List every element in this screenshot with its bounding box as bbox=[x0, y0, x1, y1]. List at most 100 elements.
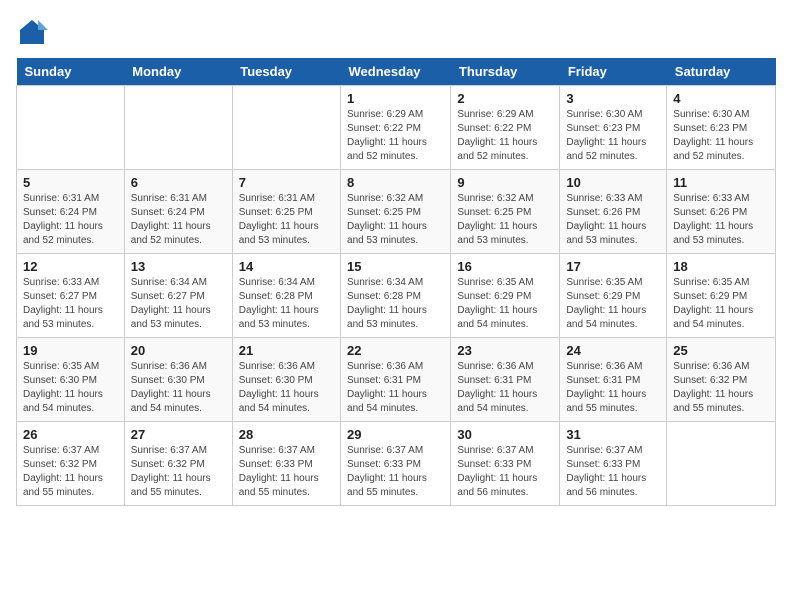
calendar-cell: 3Sunrise: 6:30 AM Sunset: 6:23 PM Daylig… bbox=[560, 86, 667, 170]
day-number: 23 bbox=[457, 343, 553, 358]
calendar-cell: 6 Sunrise: 6:31 AM Sunset: 6:24 PM Daylig… bbox=[124, 170, 232, 254]
logo bbox=[16, 16, 52, 48]
day-number: 8 bbox=[347, 175, 444, 190]
calendar-week-row: 5 Sunrise: 6:31 AM Sunset: 6:24 PM Daylig… bbox=[17, 170, 776, 254]
logo-icon bbox=[16, 16, 48, 48]
day-info: Sunrise: 6:34 AM Sunset: 6:28 PM Dayligh… bbox=[239, 276, 334, 332]
calendar-cell: 19 Sunrise: 6:35 AM Sunset: 6:30 PM Dayli… bbox=[17, 338, 125, 422]
calendar-header-row: SundayMondayTuesdayWednesdayThursdayFrid… bbox=[17, 58, 776, 86]
day-info: Sunrise: 6:37 AM Sunset: 6:33 PM Dayligh… bbox=[566, 444, 660, 500]
day-number: 5 bbox=[23, 175, 118, 190]
day-info: Sunrise: 6:37 AM Sunset: 6:32 PM Dayligh… bbox=[23, 444, 118, 500]
day-number: 25 bbox=[673, 343, 769, 358]
day-info: Sunrise: 6:33 AM Sunset: 6:26 PM Dayligh… bbox=[566, 192, 660, 248]
day-info: Sunrise: 6:36 AM Sunset: 6:32 PM Dayligh… bbox=[673, 360, 769, 416]
day-info: Sunrise: 6:36 AM Sunset: 6:31 PM Dayligh… bbox=[566, 360, 660, 416]
calendar-cell: 8Sunrise: 6:32 AM Sunset: 6:25 PM Daylig… bbox=[341, 170, 451, 254]
calendar-cell: 20 Sunrise: 6:36 AM Sunset: 6:30 PM Dayli… bbox=[124, 338, 232, 422]
calendar-week-row: 1 Sunrise: 6:29 AM Sunset: 6:22 PM Daylig… bbox=[17, 86, 776, 170]
day-info: Sunrise: 6:36 AM Sunset: 6:30 PM Dayligh… bbox=[131, 360, 226, 416]
day-number: 19 bbox=[23, 343, 118, 358]
calendar-header-sunday: Sunday bbox=[17, 58, 125, 86]
calendar-header-thursday: Thursday bbox=[451, 58, 560, 86]
day-info: Sunrise: 6:31 AM Sunset: 6:24 PM Dayligh… bbox=[131, 192, 226, 248]
day-number: 16 bbox=[457, 259, 553, 274]
calendar-table: SundayMondayTuesdayWednesdayThursdayFrid… bbox=[16, 58, 776, 506]
day-number: 14 bbox=[239, 259, 334, 274]
calendar-cell: 9 Sunrise: 6:32 AM Sunset: 6:25 PM Daylig… bbox=[451, 170, 560, 254]
calendar-header-wednesday: Wednesday bbox=[341, 58, 451, 86]
day-number: 28 bbox=[239, 427, 334, 442]
calendar-header-saturday: Saturday bbox=[667, 58, 776, 86]
day-number: 12 bbox=[23, 259, 118, 274]
day-info: Sunrise: 6:33 AM Sunset: 6:27 PM Dayligh… bbox=[23, 276, 118, 332]
calendar-cell: 21Sunrise: 6:36 AM Sunset: 6:30 PM Dayli… bbox=[232, 338, 340, 422]
day-info: Sunrise: 6:37 AM Sunset: 6:33 PM Dayligh… bbox=[457, 444, 553, 500]
day-info: Sunrise: 6:34 AM Sunset: 6:28 PM Dayligh… bbox=[347, 276, 444, 332]
day-info: Sunrise: 6:35 AM Sunset: 6:30 PM Dayligh… bbox=[23, 360, 118, 416]
calendar-cell: 27Sunrise: 6:37 AM Sunset: 6:32 PM Dayli… bbox=[124, 422, 232, 506]
day-info: Sunrise: 6:30 AM Sunset: 6:23 PM Dayligh… bbox=[673, 108, 769, 164]
day-info: Sunrise: 6:34 AM Sunset: 6:27 PM Dayligh… bbox=[131, 276, 226, 332]
calendar-header-monday: Monday bbox=[124, 58, 232, 86]
calendar-week-row: 19 Sunrise: 6:35 AM Sunset: 6:30 PM Dayli… bbox=[17, 338, 776, 422]
day-info: Sunrise: 6:35 AM Sunset: 6:29 PM Dayligh… bbox=[566, 276, 660, 332]
page-header bbox=[16, 16, 776, 48]
day-number: 13 bbox=[131, 259, 226, 274]
day-number: 15 bbox=[347, 259, 444, 274]
day-number: 6 bbox=[131, 175, 226, 190]
day-number: 31 bbox=[566, 427, 660, 442]
day-info: Sunrise: 6:33 AM Sunset: 6:26 PM Dayligh… bbox=[673, 192, 769, 248]
day-number: 26 bbox=[23, 427, 118, 442]
day-number: 29 bbox=[347, 427, 444, 442]
calendar-cell: 18 Sunrise: 6:35 AM Sunset: 6:29 PM Dayli… bbox=[667, 254, 776, 338]
calendar-cell: 25 Sunrise: 6:36 AM Sunset: 6:32 PM Dayli… bbox=[667, 338, 776, 422]
calendar-cell: 1 Sunrise: 6:29 AM Sunset: 6:22 PM Daylig… bbox=[341, 86, 451, 170]
day-info: Sunrise: 6:32 AM Sunset: 6:25 PM Dayligh… bbox=[457, 192, 553, 248]
calendar-cell: 16 Sunrise: 6:35 AM Sunset: 6:29 PM Dayli… bbox=[451, 254, 560, 338]
day-number: 9 bbox=[457, 175, 553, 190]
day-number: 20 bbox=[131, 343, 226, 358]
calendar-cell: 7Sunrise: 6:31 AM Sunset: 6:25 PM Daylig… bbox=[232, 170, 340, 254]
calendar-cell bbox=[667, 422, 776, 506]
calendar-cell: 22 Sunrise: 6:36 AM Sunset: 6:31 PM Dayli… bbox=[341, 338, 451, 422]
calendar-cell bbox=[124, 86, 232, 170]
calendar-cell: 31 Sunrise: 6:37 AM Sunset: 6:33 PM Dayli… bbox=[560, 422, 667, 506]
day-info: Sunrise: 6:35 AM Sunset: 6:29 PM Dayligh… bbox=[457, 276, 553, 332]
day-number: 1 bbox=[347, 91, 444, 106]
day-number: 17 bbox=[566, 259, 660, 274]
day-info: Sunrise: 6:29 AM Sunset: 6:22 PM Dayligh… bbox=[347, 108, 444, 164]
day-info: Sunrise: 6:37 AM Sunset: 6:32 PM Dayligh… bbox=[131, 444, 226, 500]
calendar-cell: 15 Sunrise: 6:34 AM Sunset: 6:28 PM Dayli… bbox=[341, 254, 451, 338]
day-info: Sunrise: 6:37 AM Sunset: 6:33 PM Dayligh… bbox=[239, 444, 334, 500]
calendar-cell: 5 Sunrise: 6:31 AM Sunset: 6:24 PM Daylig… bbox=[17, 170, 125, 254]
day-number: 21 bbox=[239, 343, 334, 358]
day-info: Sunrise: 6:37 AM Sunset: 6:33 PM Dayligh… bbox=[347, 444, 444, 500]
day-number: 24 bbox=[566, 343, 660, 358]
day-info: Sunrise: 6:35 AM Sunset: 6:29 PM Dayligh… bbox=[673, 276, 769, 332]
calendar-cell bbox=[232, 86, 340, 170]
calendar-header-friday: Friday bbox=[560, 58, 667, 86]
day-number: 11 bbox=[673, 175, 769, 190]
day-info: Sunrise: 6:36 AM Sunset: 6:31 PM Dayligh… bbox=[347, 360, 444, 416]
calendar-header-tuesday: Tuesday bbox=[232, 58, 340, 86]
day-info: Sunrise: 6:31 AM Sunset: 6:24 PM Dayligh… bbox=[23, 192, 118, 248]
day-number: 3 bbox=[566, 91, 660, 106]
calendar-cell: 2 Sunrise: 6:29 AM Sunset: 6:22 PM Daylig… bbox=[451, 86, 560, 170]
calendar-cell: 26 Sunrise: 6:37 AM Sunset: 6:32 PM Dayli… bbox=[17, 422, 125, 506]
calendar-week-row: 26 Sunrise: 6:37 AM Sunset: 6:32 PM Dayli… bbox=[17, 422, 776, 506]
calendar-cell bbox=[17, 86, 125, 170]
day-info: Sunrise: 6:36 AM Sunset: 6:31 PM Dayligh… bbox=[457, 360, 553, 416]
day-info: Sunrise: 6:29 AM Sunset: 6:22 PM Dayligh… bbox=[457, 108, 553, 164]
calendar-cell: 24 Sunrise: 6:36 AM Sunset: 6:31 PM Dayli… bbox=[560, 338, 667, 422]
day-info: Sunrise: 6:31 AM Sunset: 6:25 PM Dayligh… bbox=[239, 192, 334, 248]
calendar-cell: 11 Sunrise: 6:33 AM Sunset: 6:26 PM Dayli… bbox=[667, 170, 776, 254]
day-number: 18 bbox=[673, 259, 769, 274]
day-number: 22 bbox=[347, 343, 444, 358]
day-number: 4 bbox=[673, 91, 769, 106]
calendar-cell: 4 Sunrise: 6:30 AM Sunset: 6:23 PM Daylig… bbox=[667, 86, 776, 170]
calendar-cell: 10 Sunrise: 6:33 AM Sunset: 6:26 PM Dayli… bbox=[560, 170, 667, 254]
day-number: 2 bbox=[457, 91, 553, 106]
calendar-cell: 23 Sunrise: 6:36 AM Sunset: 6:31 PM Dayli… bbox=[451, 338, 560, 422]
day-number: 10 bbox=[566, 175, 660, 190]
